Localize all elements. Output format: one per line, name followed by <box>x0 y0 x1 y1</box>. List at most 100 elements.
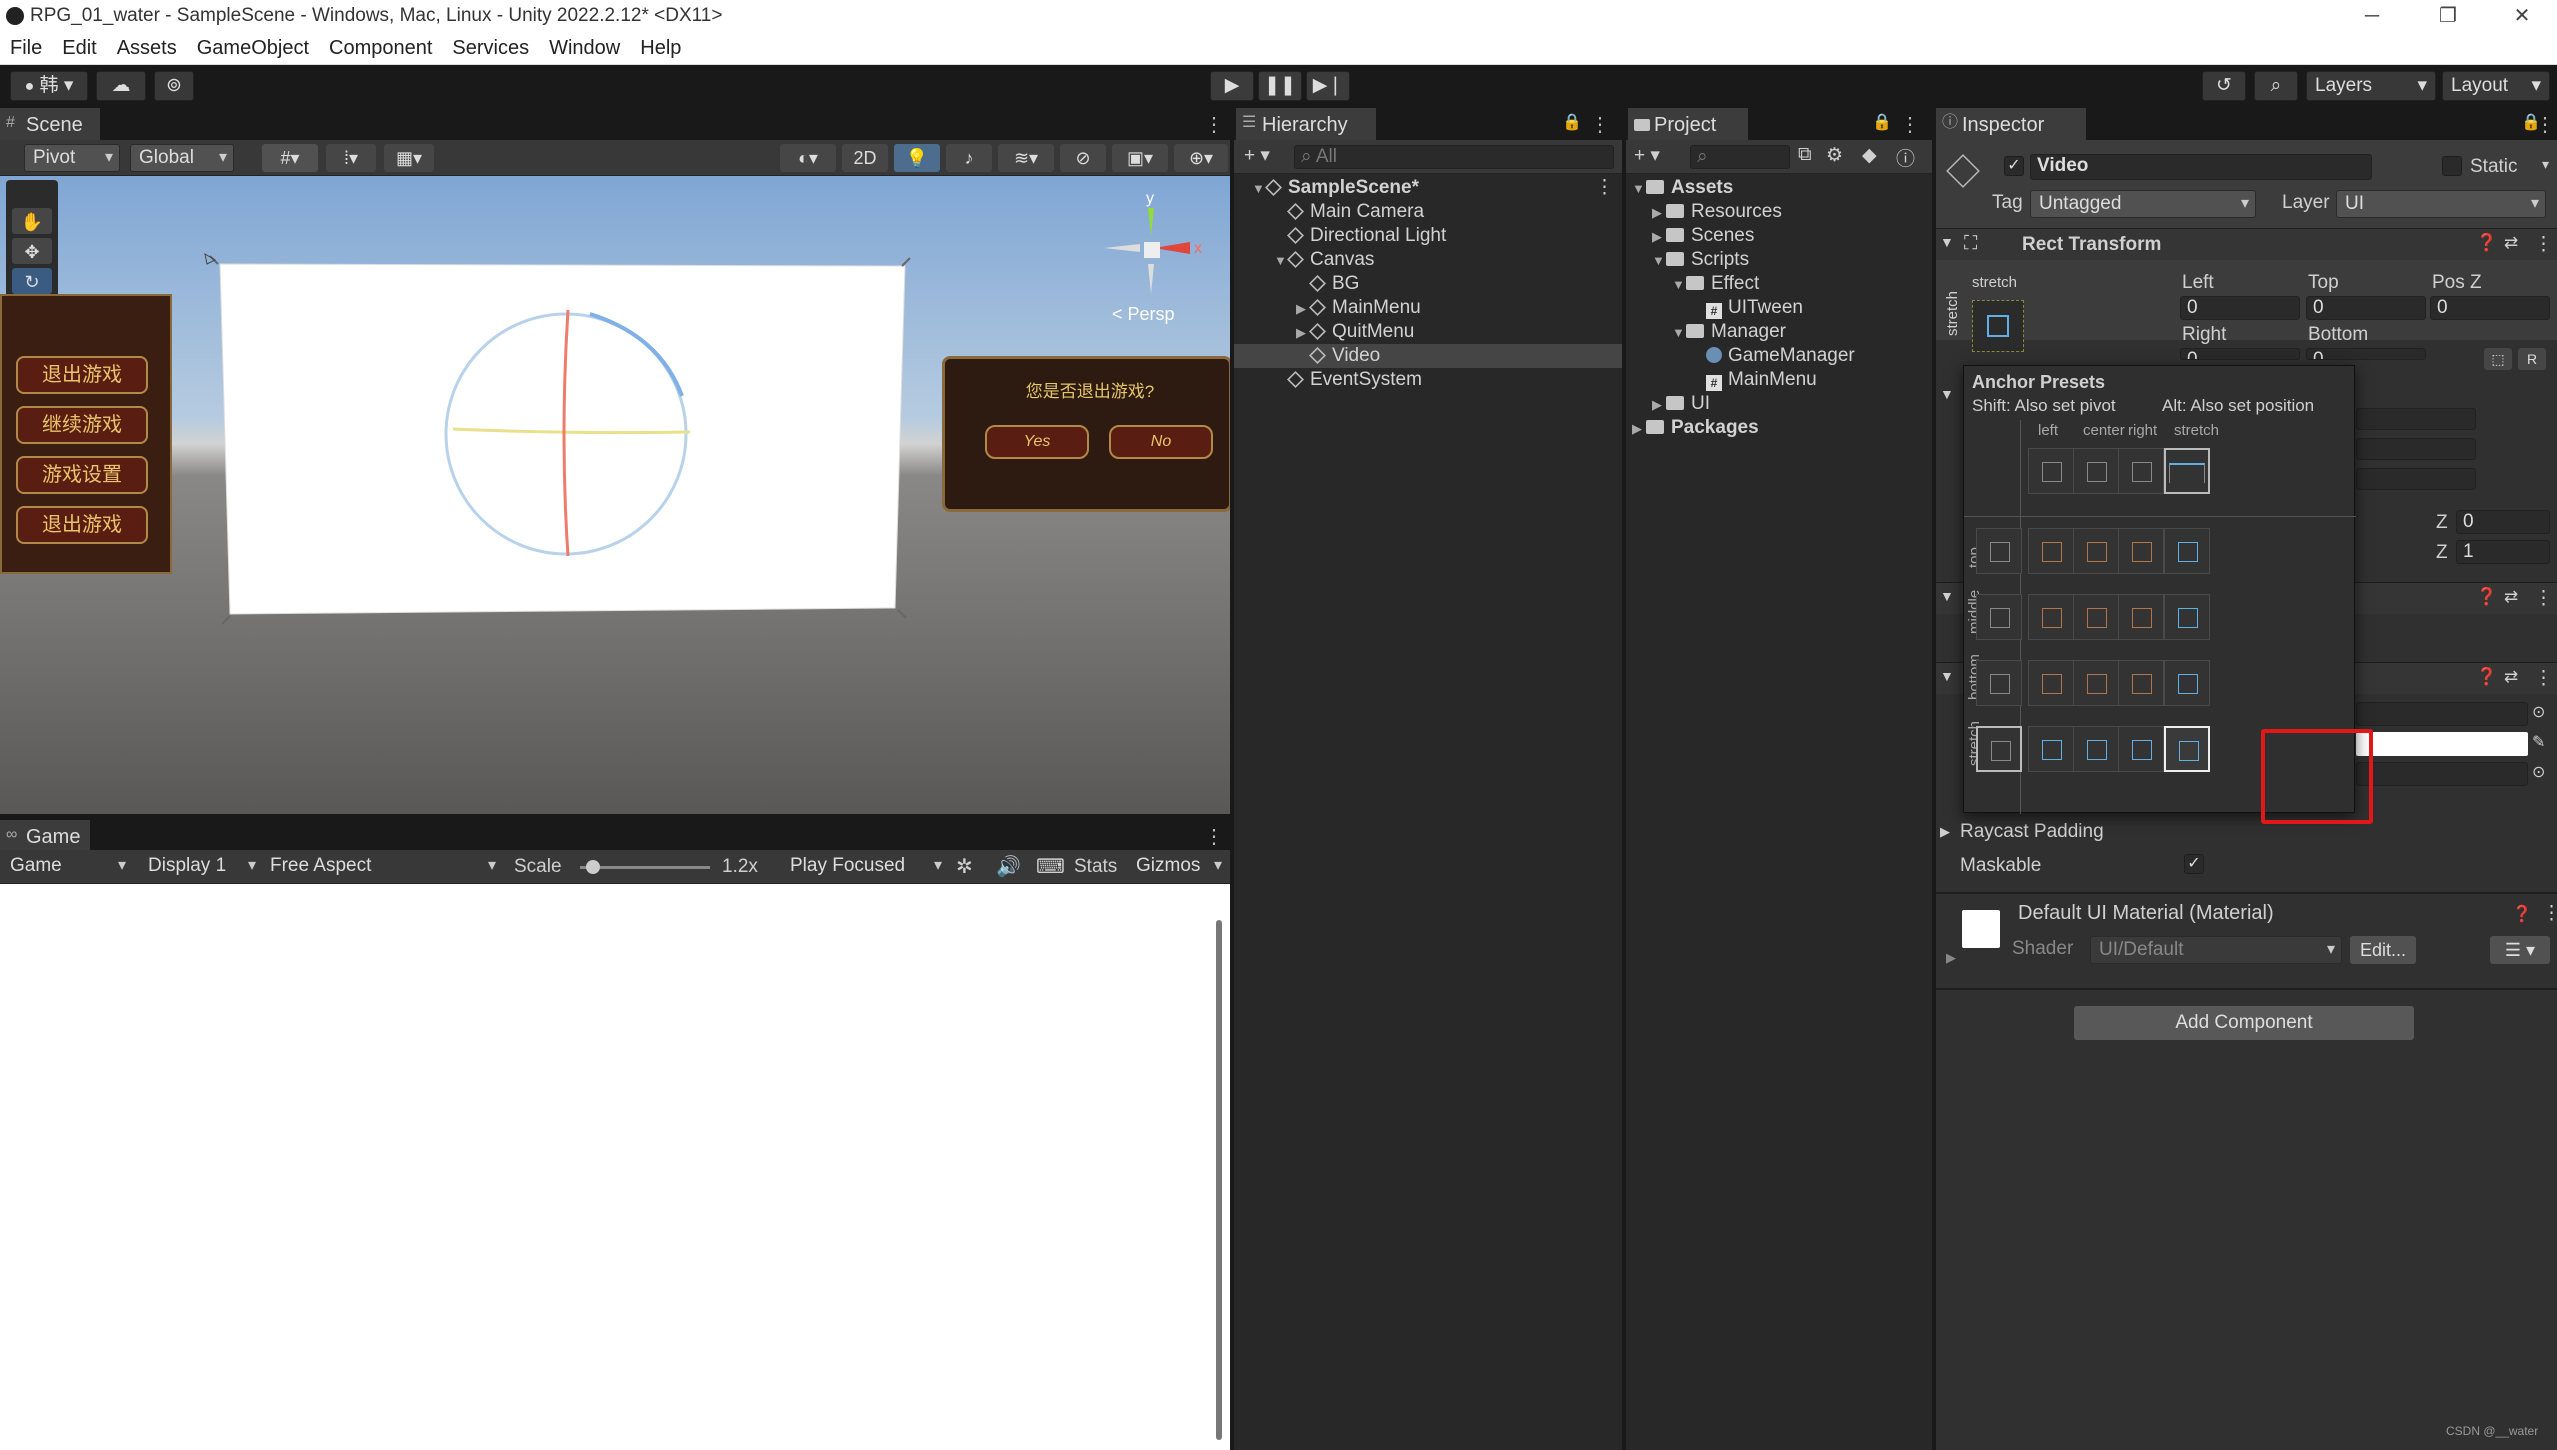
collapse-arrow-icon[interactable]: ▼ <box>1940 588 1954 604</box>
object-name-field[interactable]: Video <box>2030 154 2372 180</box>
layout-dropdown[interactable]: Layout ▾ <box>2442 71 2550 101</box>
collapse-arrow-icon[interactable]: ▶ <box>1296 321 1310 345</box>
tab-hierarchy[interactable]: ☰ Hierarchy <box>1236 108 1376 140</box>
collapse-arrow-icon[interactable]: ▶ <box>1652 225 1666 249</box>
anchor-preset-center-top[interactable] <box>2073 528 2119 574</box>
project-item[interactable]: ▶ Scenes <box>1626 224 1754 248</box>
hidden-field-3[interactable] <box>2356 468 2476 490</box>
material-expand-icon[interactable]: ▶ <box>1946 950 1956 966</box>
active-checkbox[interactable]: ✓ <box>2004 156 2024 176</box>
right-field[interactable]: 0 <box>2180 348 2300 360</box>
menu-file[interactable]: File <box>0 33 52 63</box>
anchor-preset-center-middle[interactable] <box>2073 594 2119 640</box>
eyedropper-icon[interactable]: ✎ <box>2532 732 2545 752</box>
hierarchy-item[interactable]: Main Camera <box>1234 200 1622 224</box>
expand-arrow-icon[interactable]: ▼ <box>1652 249 1666 273</box>
collapse-arrow-icon[interactable]: ▼ <box>1940 234 1954 250</box>
anchor-preset-left-bottom[interactable] <box>2028 660 2074 706</box>
help-icon[interactable]: ❓ <box>2476 233 2497 253</box>
create-add-icon[interactable]: + ▾ <box>1244 144 1270 167</box>
project-item[interactable]: ▶ Resources <box>1626 200 1782 224</box>
menu-window[interactable]: Window <box>539 33 630 63</box>
lock-icon[interactable]: 🔒 <box>1562 112 1582 132</box>
static-checkbox[interactable] <box>2442 156 2462 176</box>
anchor-preset-stretch-none[interactable] <box>2164 448 2210 494</box>
orientation-gizmo[interactable]: y x < Persp <box>1090 190 1220 326</box>
anchor-preset-right-top[interactable] <box>2118 528 2164 574</box>
raw-edit-button[interactable]: R <box>2518 348 2546 370</box>
expand-arrow-icon[interactable]: ▼ <box>1252 177 1266 201</box>
cloud-icon[interactable]: ☁ <box>96 71 146 101</box>
component-menu-icon[interactable]: ⋮ <box>2534 587 2553 610</box>
color-swatch[interactable] <box>2356 732 2528 756</box>
expand-arrow-icon[interactable]: ▼ <box>1632 177 1646 201</box>
anchor-preset-none-stretch[interactable] <box>1976 726 2022 772</box>
project-search-input[interactable]: ⌕ <box>1690 145 1790 169</box>
pivot-dropdown[interactable]: Pivot <box>24 144 120 172</box>
anchor-preset-none-top[interactable] <box>1976 528 2022 574</box>
anchor-preset-right-middle[interactable] <box>2118 594 2164 640</box>
hierarchy-item[interactable]: Directional Light <box>1234 224 1622 248</box>
posz-field[interactable]: 0 <box>2430 296 2550 320</box>
step-button[interactable]: ▶❘ <box>1306 71 1350 101</box>
camera-icon[interactable]: ▣▾ <box>1112 144 1168 172</box>
component-menu-icon[interactable]: ⋮ <box>2534 233 2553 256</box>
layer-dropdown[interactable]: UI <box>2336 190 2546 218</box>
mode-2d-button[interactable]: 2D <box>842 144 888 172</box>
tab-scene[interactable]: # Scene <box>0 108 100 140</box>
hierarchy-item[interactable]: Video <box>1234 344 1622 368</box>
edit-shader-button[interactable]: Edit... <box>2350 936 2416 964</box>
anchor-preset-center-none[interactable] <box>2073 448 2119 494</box>
preset-icon[interactable]: ⇄ <box>2504 667 2518 687</box>
scene-viewport[interactable]: ✋ ✥ ↻ ⤢ ⬚ ⊛ 退出游戏 继续游戏 游戏设置 退出游戏 您是否退出游戏? <box>0 176 1232 814</box>
raycast-expand-icon[interactable]: ▶ <box>1940 824 1950 840</box>
expand-arrow-icon[interactable]: ▼ <box>1672 273 1686 297</box>
project-item[interactable]: # UITween <box>1626 296 1803 320</box>
project-item[interactable]: ▼ Effect <box>1626 272 1759 296</box>
anchor-preset-stretch-middle[interactable] <box>2164 594 2210 640</box>
add-component-button[interactable]: Add Component <box>2074 1006 2414 1040</box>
anchor-preset-none-middle[interactable] <box>1976 594 2022 640</box>
collapse-arrow-icon[interactable]: ▼ <box>1940 668 1954 684</box>
bug-icon[interactable]: ✲ <box>956 854 973 879</box>
grid-plane-icon[interactable]: ▦▾ <box>384 144 434 172</box>
hierarchy-item[interactable]: ▶ MainMenu <box>1234 296 1622 320</box>
audio-icon[interactable]: ♪ <box>946 144 992 172</box>
audio-mute-icon[interactable]: 🔊 <box>996 854 1021 879</box>
scene-kebab-icon[interactable]: ⋮ <box>1204 112 1224 137</box>
hierarchy-search-input[interactable]: ⌕ All <box>1294 145 1614 169</box>
object-picker-icon[interactable]: ⊙ <box>2532 702 2545 722</box>
tab-game[interactable]: ∞ Game <box>0 820 90 852</box>
shading-mode-icon[interactable]: ◐▾ <box>780 144 836 172</box>
anchor-preset-left-top[interactable] <box>2028 528 2074 574</box>
project-item[interactable]: ▼ Assets <box>1626 176 1733 200</box>
keyboard-icon[interactable]: ⌨ <box>1036 854 1065 879</box>
menu-component[interactable]: Component <box>319 33 442 63</box>
gizmos-dropdown[interactable]: Gizmos <box>1128 853 1228 881</box>
project-add-icon[interactable]: + ▾ <box>1634 144 1660 167</box>
search-icon[interactable]: ⌕ <box>2254 71 2298 101</box>
hidden-objects-icon[interactable]: ⊘ <box>1060 144 1106 172</box>
anchor-preset-right-bottom[interactable] <box>2118 660 2164 706</box>
tab-project[interactable]: Project <box>1628 108 1748 140</box>
rect-transform-header[interactable]: ▼ ⛶ Rect Transform ❓ ⇄ ⋮ <box>1936 228 2557 260</box>
anchor-preset-stretch-top[interactable] <box>2164 528 2210 574</box>
hierarchy-item[interactable]: ▼ Canvas <box>1234 248 1622 272</box>
close-icon[interactable]: ✕ <box>2487 0 2557 33</box>
component-menu-icon[interactable]: ⋮ <box>2534 667 2553 690</box>
scale-slider-thumb[interactable] <box>585 860 600 874</box>
menu-help[interactable]: Help <box>630 33 691 63</box>
anchor-preset-right-stretch[interactable] <box>2118 726 2164 772</box>
material-menu-icon[interactable]: ⋮ <box>2542 902 2557 925</box>
collapse-arrow-icon[interactable]: ▶ <box>1652 393 1666 417</box>
scene-kebab-icon[interactable]: ⋮ <box>1595 176 1614 200</box>
top-field[interactable]: 0 <box>2306 296 2426 320</box>
static-dropdown-icon[interactable]: ▾ <box>2542 156 2549 173</box>
history-icon[interactable]: ↺ <box>2202 71 2246 101</box>
hierarchy-item[interactable]: EventSystem <box>1234 368 1622 392</box>
preset-icon[interactable]: ⇄ <box>2504 233 2518 253</box>
project-item[interactable]: ▼ Scripts <box>1626 248 1749 272</box>
anchor-preset-left-middle[interactable] <box>2028 594 2074 640</box>
global-dropdown[interactable]: Global <box>130 144 234 172</box>
menu-services[interactable]: Services <box>442 33 539 63</box>
